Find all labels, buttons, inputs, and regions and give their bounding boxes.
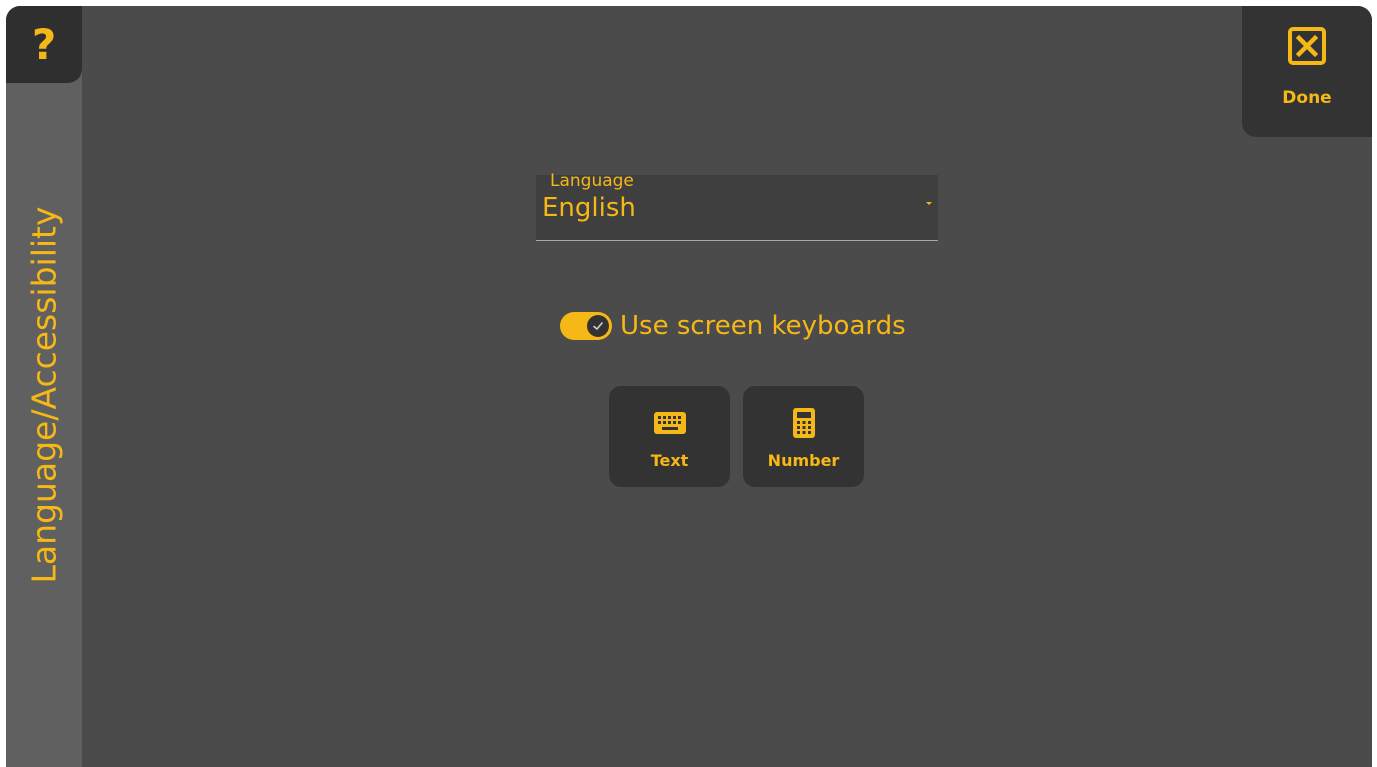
screen-keyboard-setting: Use screen keyboards xyxy=(560,308,906,344)
language-value: English xyxy=(542,193,636,223)
close-box-icon xyxy=(1288,27,1326,65)
keyboard-icon xyxy=(653,412,686,434)
done-label: Done xyxy=(1282,88,1332,108)
help-button[interactable]: ? xyxy=(6,6,82,83)
language-select[interactable]: Language English xyxy=(536,171,938,241)
calculator-icon xyxy=(792,408,815,438)
toggle-knob xyxy=(587,315,609,337)
check-icon xyxy=(593,322,603,330)
page-title: Language/Accessibility xyxy=(24,206,64,584)
text-keyboard-button[interactable]: Text xyxy=(609,386,730,487)
help-icon: ? xyxy=(31,19,57,69)
settings-panel: ? Language/Accessibility Done Language E… xyxy=(6,6,1372,767)
left-rail: ? Language/Accessibility xyxy=(6,6,82,767)
chevron-down-icon xyxy=(926,202,932,205)
number-keyboard-label: Number xyxy=(767,451,840,470)
screen-keyboard-toggle[interactable] xyxy=(560,312,612,340)
text-keyboard-label: Text xyxy=(650,451,689,470)
done-button[interactable]: Done xyxy=(1242,6,1372,137)
screen-keyboard-label: Use screen keyboards xyxy=(620,311,906,341)
number-keyboard-button[interactable]: Number xyxy=(743,386,864,487)
language-label: Language xyxy=(550,171,634,191)
